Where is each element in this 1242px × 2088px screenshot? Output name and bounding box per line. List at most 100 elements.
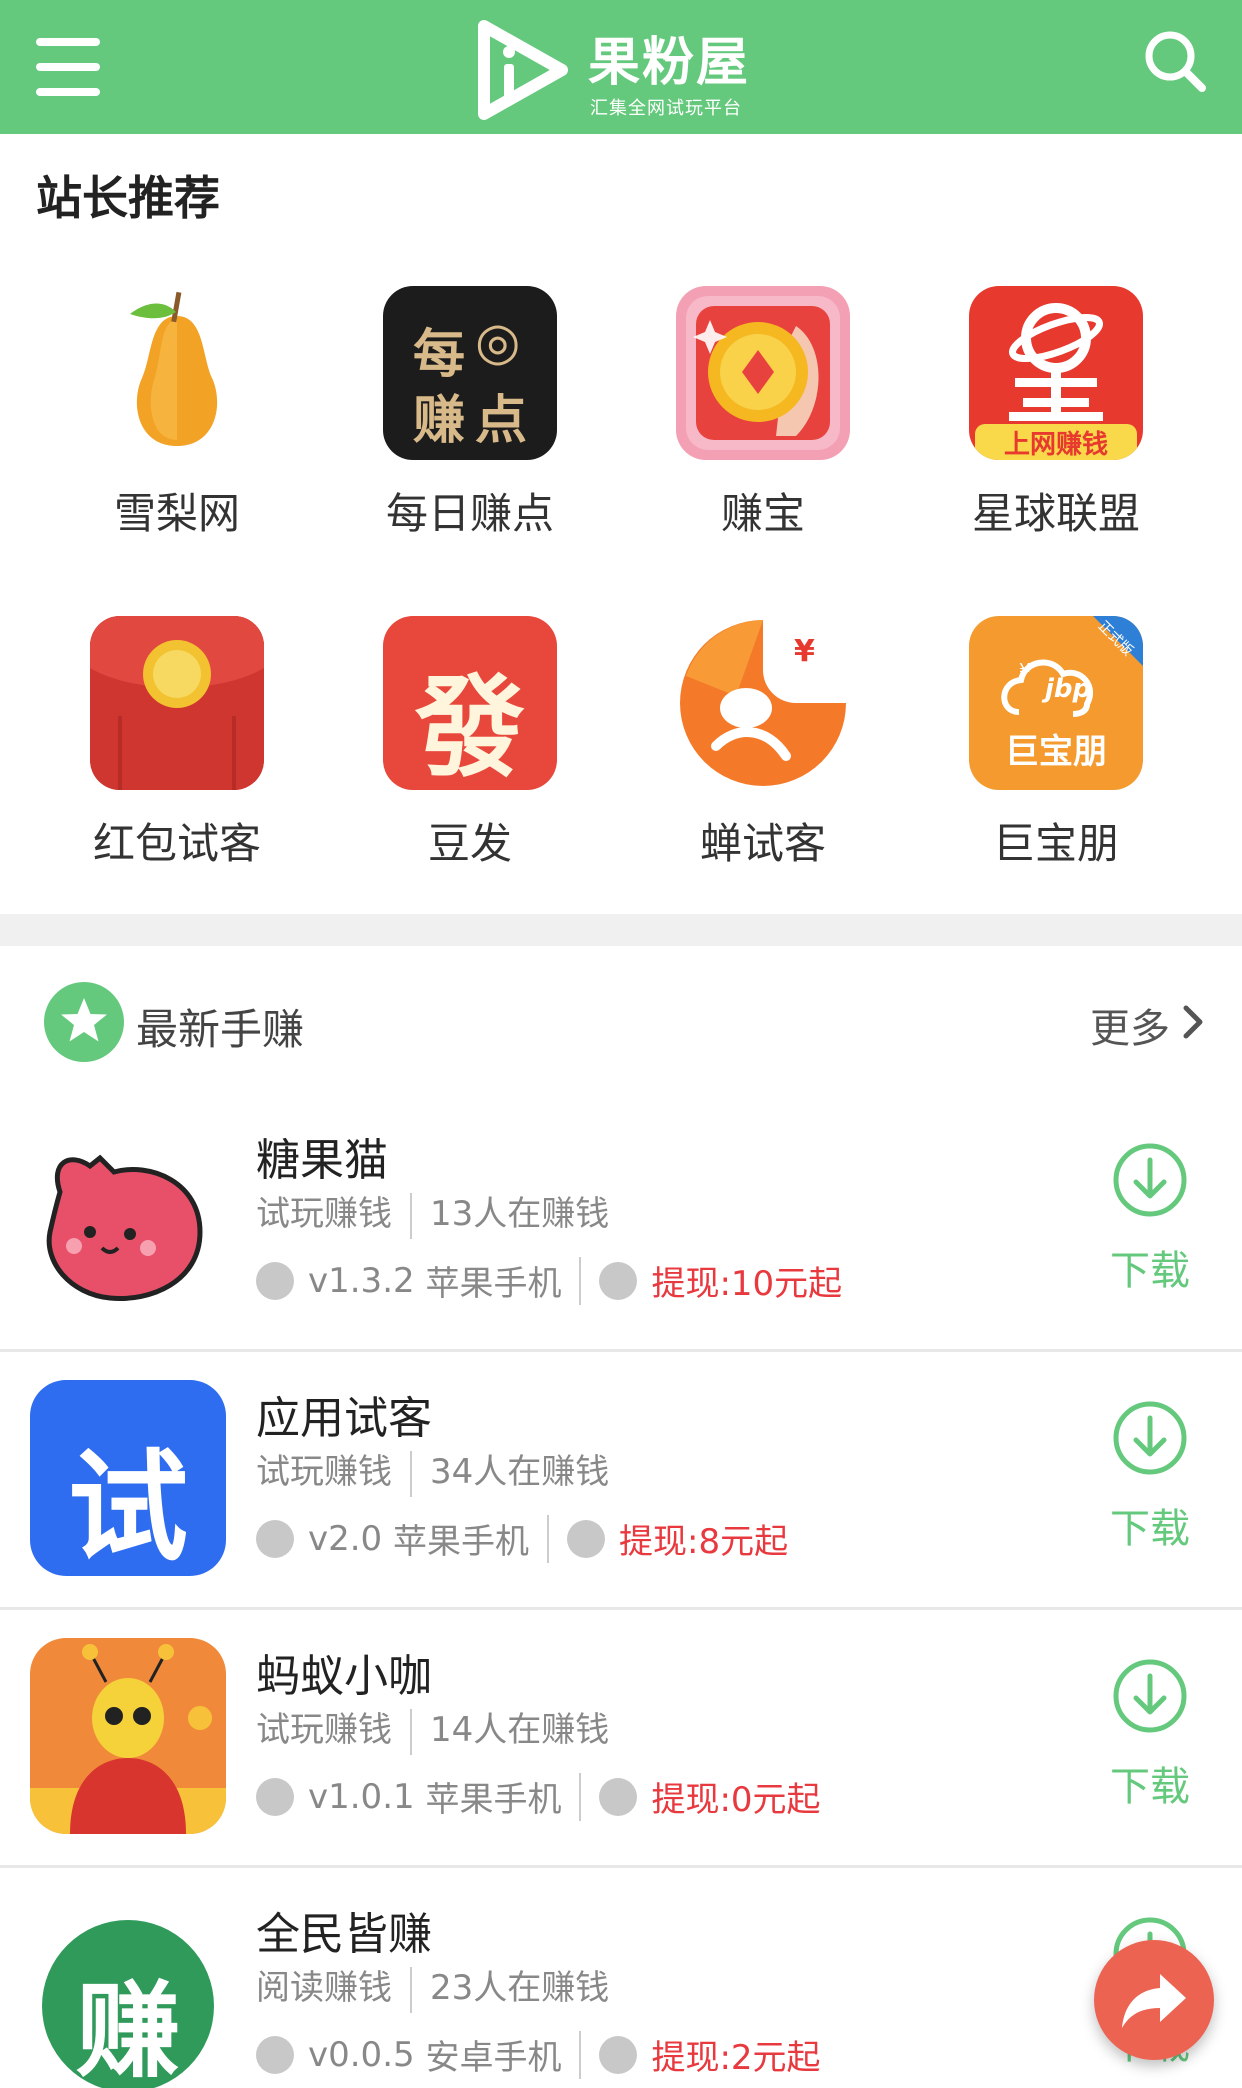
hamburger-icon-line (36, 88, 100, 96)
info-icon (256, 1261, 294, 1300)
cicada-icon: ¥ (676, 616, 850, 790)
app-meta-line: v1.0.1 苹果手机 提现:0元起 (256, 1772, 821, 1821)
icon-brand-text: 巨宝朋 (1005, 732, 1107, 772)
share-button[interactable] (1094, 1940, 1214, 2060)
recommend-item-label: 星球联盟 (971, 489, 1140, 538)
shike-icon: 试 (30, 1380, 226, 1576)
app-platform: 苹果手机 (425, 1264, 562, 1304)
app-meta-line: 阅读赚钱 23人在赚钱 (256, 1960, 609, 2013)
fa-character-icon: 發 (383, 616, 557, 790)
divider (579, 1772, 582, 1821)
recommend-item[interactable]: 红包试客 (12, 610, 305, 910)
icon-text: 试 (68, 1439, 188, 1576)
app-meta-line: v0.0.5 安卓手机 提现:2元起 (256, 2030, 821, 2079)
hamburger-icon-line (36, 38, 100, 46)
latest-section-title: 最新手赚 (136, 1005, 305, 1054)
recommend-item-label: 巨宝朋 (992, 819, 1119, 868)
app-user-count: 14人在赚钱 (430, 1710, 610, 1750)
app-meta-line: 试玩赚钱 14人在赚钱 (256, 1702, 609, 1755)
logo-subtitle: 汇集全网试玩平台 (590, 98, 742, 119)
app-screen: 果粉屋 汇集全网试玩平台 站长推荐 雪梨网 每 ◎ 赚 点 每日赚点 赚宝 上网… (0, 0, 1242, 2088)
icon-banner-text: 上网赚钱 (1003, 430, 1108, 460)
recommend-item[interactable]: 上网赚钱 星球联盟 (891, 280, 1184, 580)
app-platform: 苹果手机 (393, 1522, 530, 1562)
download-button[interactable]: 下载 (1108, 1142, 1192, 1312)
app-version: v1.3.2 (308, 1260, 415, 1301)
app-list-item[interactable]: 赚 全民皆赚 阅读赚钱 23人在赚钱 v0.0.5 安卓手机 提现:2元起 (0, 1868, 1242, 2088)
icon-text: 赚 (413, 391, 466, 451)
recommend-item[interactable]: 發 豆发 (305, 610, 598, 910)
pear-icon (90, 286, 264, 460)
app-version: v1.0.1 (308, 1776, 415, 1817)
download-button[interactable]: 下载 (1108, 1400, 1192, 1570)
meiri-zhuandian-icon: 每 ◎ 赚 点 (383, 286, 557, 460)
recommend-item-label: 每日赚点 (385, 489, 554, 538)
recommend-item[interactable]: ¥ 蝉试客 (598, 610, 891, 910)
divider (547, 1514, 550, 1563)
quanmin-zhuan-icon: 赚 (30, 1896, 226, 2088)
download-label: 下载 (1110, 1764, 1190, 1810)
clock-icon (599, 2035, 638, 2074)
app-meta-line: v1.3.2 苹果手机 提现:10元起 (256, 1256, 842, 1305)
withdraw-threshold: 提现:8元起 (619, 1522, 789, 1562)
app-meta-line: 试玩赚钱 13人在赚钱 (256, 1186, 609, 1239)
recommend-grid: 雪梨网 每 ◎ 赚 点 每日赚点 赚宝 上网赚钱 星球联盟 红包试客 發 豆发 … (0, 280, 1242, 900)
app-name: 糖果猫 (256, 1135, 388, 1186)
app-list-item[interactable]: 蚂蚁小咖 试玩赚钱 14人在赚钱 v1.0.1 苹果手机 提现:0元起 下载 (0, 1610, 1242, 1868)
recommend-item-label: 豆发 (427, 819, 512, 868)
withdraw-threshold: 提现:10元起 (651, 1264, 843, 1304)
download-icon (1113, 1143, 1187, 1217)
search-icon[interactable] (1140, 26, 1210, 96)
download-button[interactable]: 下载 (1108, 1658, 1192, 1828)
divider (579, 1256, 582, 1305)
menu-button[interactable] (36, 38, 100, 96)
app-version: v0.0.5 (308, 2034, 415, 2075)
clock-icon (599, 1261, 638, 1300)
clock-icon (567, 1519, 606, 1558)
icon-text: 点 (475, 391, 528, 451)
icon-text: 赚 (75, 1970, 180, 2088)
yuan-symbol: ¥ (1019, 660, 1031, 681)
app-name: 应用试客 (256, 1393, 432, 1444)
ant-mascot-icon (30, 1638, 226, 1834)
recommend-item[interactable]: 正式版 ¥ jbp 巨宝朋 巨宝朋 (891, 610, 1184, 910)
app-version: v2.0 (308, 1518, 383, 1559)
download-icon (1113, 1659, 1187, 1733)
icon-mark-text: jbp (1045, 674, 1092, 704)
app-meta-line: 试玩赚钱 34人在赚钱 (256, 1444, 609, 1497)
app-name: 全民皆赚 (256, 1909, 432, 1960)
app-user-count: 34人在赚钱 (430, 1452, 610, 1492)
info-icon (256, 2035, 294, 2074)
app-list-item[interactable]: 试 应用试客 试玩赚钱 34人在赚钱 v2.0 苹果手机 提现:8元起 下载 (0, 1352, 1242, 1610)
divider (410, 1966, 412, 2013)
app-name: 蚂蚁小咖 (256, 1651, 432, 1702)
app-category: 试玩赚钱 (256, 1710, 392, 1750)
clock-icon (599, 1777, 638, 1816)
app-category: 阅读赚钱 (256, 1968, 392, 2008)
recommend-item[interactable]: 每 ◎ 赚 点 每日赚点 (305, 280, 598, 580)
recommend-item[interactable]: 赚宝 (598, 280, 891, 580)
candy-cat-icon (30, 1122, 226, 1318)
recommend-item-label: 雪梨网 (113, 489, 240, 538)
withdraw-threshold: 提现:0元起 (651, 1780, 821, 1820)
app-platform: 苹果手机 (425, 1780, 562, 1820)
gold-coin-icon (676, 286, 850, 460)
site-logo[interactable]: 果粉屋 汇集全网试玩平台 (470, 16, 780, 122)
recommend-item-label: 蝉试客 (699, 819, 826, 868)
recommend-item[interactable]: 雪梨网 (12, 280, 305, 580)
chevron-right-icon[interactable] (1178, 1002, 1208, 1042)
app-category: 试玩赚钱 (256, 1452, 392, 1492)
more-link[interactable]: 更多 (1090, 996, 1170, 1054)
download-label: 下载 (1110, 1506, 1190, 1552)
info-icon (256, 1519, 294, 1558)
latest-section-header: 最新手赚 更多 (0, 946, 1242, 1094)
divider (579, 2030, 582, 2079)
icon-text: 每 (413, 325, 466, 385)
planet-icon: 上网赚钱 (969, 286, 1143, 460)
divider (410, 1708, 412, 1755)
app-list-item[interactable]: 糖果猫 试玩赚钱 13人在赚钱 v1.3.2 苹果手机 提现:10元起 下载 (0, 1094, 1242, 1352)
jubaopeng-icon: 正式版 ¥ jbp 巨宝朋 (969, 616, 1143, 790)
star-icon (44, 982, 124, 1062)
recommend-section-title: 站长推荐 (36, 171, 220, 225)
hamburger-icon-line (36, 63, 100, 71)
